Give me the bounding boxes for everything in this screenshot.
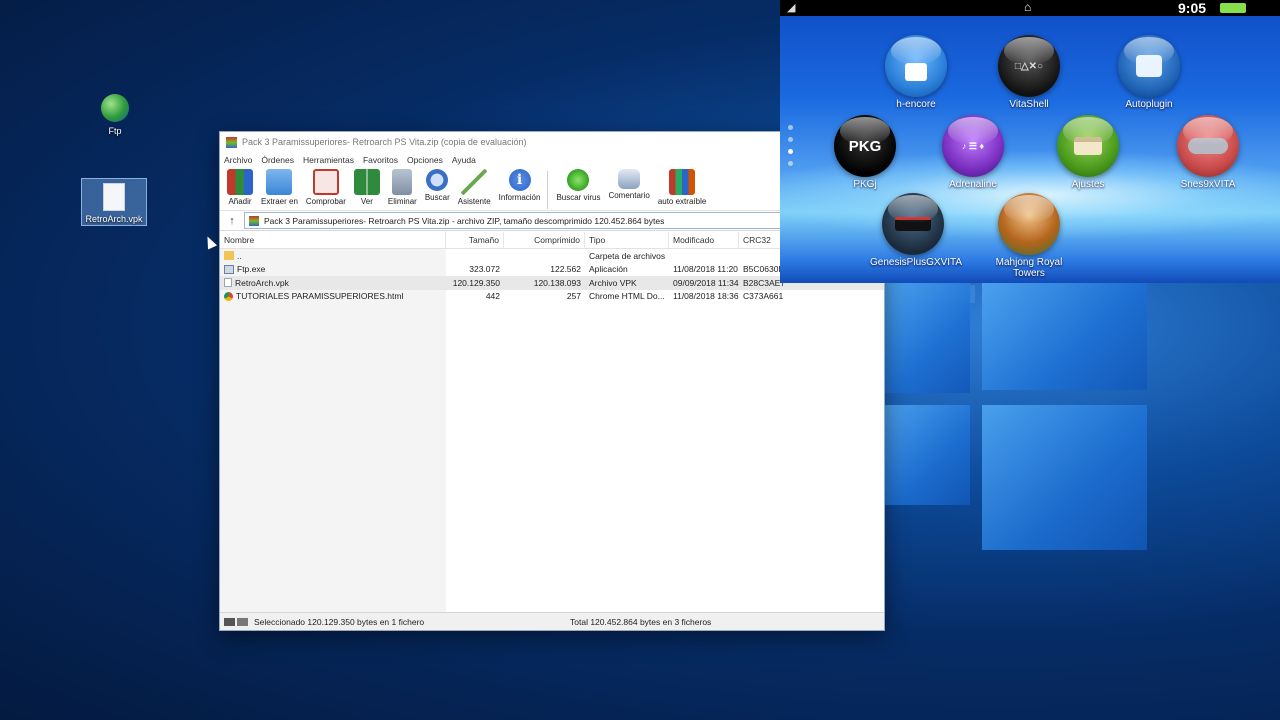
app-bubble-adrenaline[interactable]: ♪ ☰ ♦ Adrenaline <box>940 115 1006 190</box>
app-bubble-snes9xvita[interactable]: Snes9xVITA <box>1175 115 1241 190</box>
globe-shortcut-icon <box>101 94 129 122</box>
padlock-icon <box>885 35 947 97</box>
comment-icon <box>618 169 641 189</box>
menu-herramientas[interactable]: Herramientas <box>303 155 354 165</box>
info-icon: i <box>508 169 531 191</box>
vita-status-bar: ◢ ⌂ 9:05 <box>780 0 1280 16</box>
app-bubble-pkgj[interactable]: PKG PKGj <box>832 115 898 190</box>
desktop-icon-label: RetroArch.vpk <box>85 214 143 224</box>
comment-button[interactable]: Comentario <box>605 169 652 200</box>
window-title: Pack 3 Paramissuperiores- Retroarch PS V… <box>242 137 527 147</box>
app-bubble-vitashell[interactable]: □△✕○ VitaShell <box>996 35 1062 110</box>
exe-icon <box>224 264 234 274</box>
sfx-button[interactable]: auto extraíble <box>655 169 709 206</box>
column-header-modified[interactable]: Modificado <box>669 232 739 248</box>
column-header-packed[interactable]: Comprimido <box>504 232 585 248</box>
file-icon <box>224 278 232 288</box>
table-row[interactable]: TUTORIALES PARAMISSUPERIORES.html 442 25… <box>220 290 884 304</box>
books-add-icon <box>227 169 253 195</box>
virus-scan-button[interactable]: Buscar virus <box>553 169 603 202</box>
wizard-wand-icon <box>461 169 488 195</box>
desktop-icon-retroarch-vpk[interactable]: RetroArch.vpk <box>81 178 147 226</box>
folder-extract-icon <box>266 169 293 195</box>
mouse-cursor <box>202 234 218 250</box>
add-button[interactable]: Añadir <box>224 169 256 206</box>
toolbar-separator <box>547 171 549 209</box>
app-bubble-autoplugin[interactable]: Autoplugin <box>1116 35 1182 110</box>
blank-file-icon <box>103 183 125 211</box>
magnifier-icon <box>426 169 449 191</box>
menu-favoritos[interactable]: Favoritos <box>363 155 398 165</box>
windows-logo-pane-bottom-right <box>982 405 1147 550</box>
windows-logo-pane-bottom-left <box>885 405 970 505</box>
toolbox-icon <box>1057 115 1119 177</box>
desktop-icon-label: Ftp <box>108 126 122 136</box>
status-total: Total 120.452.864 bytes en 3 ficheros <box>570 616 712 627</box>
test-button[interactable]: Comprobar <box>303 169 349 206</box>
genesis-console-icon <box>882 193 944 255</box>
virus-scan-icon <box>567 169 590 191</box>
wifi-icon: ◢ <box>787 2 796 14</box>
trash-icon <box>392 169 413 195</box>
app-bubble-genesisplusgxvita[interactable]: GenesisPlusGXVITA <box>870 193 962 268</box>
home-icon[interactable]: ⌂ <box>1024 0 1031 14</box>
name-column-shade <box>220 249 446 612</box>
folder-psbuttons-icon: □△✕○ <box>998 35 1060 97</box>
book-view-icon <box>353 169 380 195</box>
menu-ordenes[interactable]: Órdenes <box>261 155 294 165</box>
app-bubble-ajustes[interactable]: Ajustes <box>1055 115 1121 190</box>
menu-opciones[interactable]: Opciones <box>407 155 443 165</box>
view-button[interactable]: Ver <box>351 169 383 206</box>
menu-archivo[interactable]: Archivo <box>224 155 252 165</box>
chrome-icon <box>224 291 233 301</box>
psvita-livearea: ◢ ⌂ 9:05 h-encore □△✕○ VitaShell Autoplu… <box>780 0 1280 283</box>
folder-icon <box>224 251 234 261</box>
battery-icon <box>1220 3 1246 13</box>
info-button[interactable]: i Información <box>496 169 544 202</box>
extract-to-button[interactable]: Extraer en <box>258 169 301 206</box>
puzzle-icon <box>1118 35 1180 97</box>
find-button[interactable]: Buscar <box>422 169 453 202</box>
windows-logo-pane-top-left <box>885 283 970 393</box>
sfx-box-icon <box>669 169 696 195</box>
column-header-size[interactable]: Tamaño <box>446 232 504 248</box>
column-header-type[interactable]: Tipo <box>585 232 669 248</box>
delete-button[interactable]: Eliminar <box>385 169 420 206</box>
address-text: Pack 3 Paramissuperiores- Retroarch PS V… <box>264 215 665 226</box>
status-bar: Seleccionado 120.129.350 bytes en 1 fich… <box>220 612 884 630</box>
clipboard-check-icon <box>312 169 339 195</box>
psp-glyphs-icon: ♪ ☰ ♦ <box>942 115 1004 177</box>
up-arrow-icon[interactable]: ↑ <box>220 215 244 227</box>
file-list: Nombre Tamaño Comprimido Tipo Modificado… <box>220 232 884 612</box>
archive-icon <box>249 215 259 226</box>
desktop-icon-ftp[interactable]: Ftp <box>82 94 148 136</box>
mahjong-queen-icon <box>998 193 1060 255</box>
windows-logo-pane-top-right <box>982 283 1147 390</box>
pkg-bag-icon: PKG <box>834 115 896 177</box>
vita-clock: 9:05 <box>1178 0 1207 16</box>
snes-controller-icon <box>1177 115 1239 177</box>
winrar-icon <box>226 136 237 148</box>
column-header-name[interactable]: Nombre <box>220 232 446 248</box>
drive-key-icon[interactable] <box>224 617 248 626</box>
app-bubble-h-encore[interactable]: h-encore <box>883 35 949 110</box>
menu-ayuda[interactable]: Ayuda <box>452 155 476 165</box>
wizard-button[interactable]: Asistente <box>455 169 494 206</box>
status-selected: Seleccionado 120.129.350 bytes en 1 fich… <box>254 616 425 627</box>
page-indicator <box>788 125 793 173</box>
app-bubble-mahjong-royal-towers[interactable]: Mahjong Royal Towers <box>996 193 1062 279</box>
